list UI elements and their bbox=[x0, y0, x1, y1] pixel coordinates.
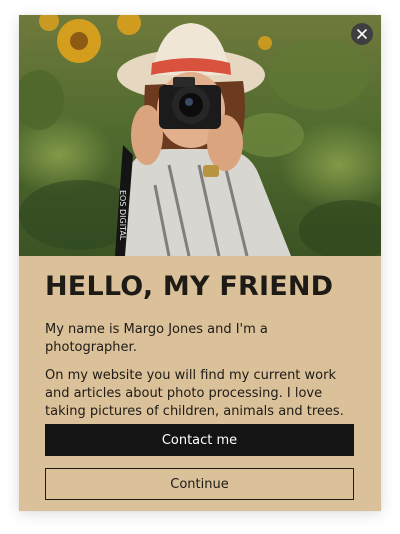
popup-content: HELLO, MY FRIEND My name is Margo Jones … bbox=[45, 256, 355, 500]
close-icon bbox=[357, 29, 367, 39]
popup-title: HELLO, MY FRIEND bbox=[45, 271, 334, 302]
popup-dialog: EOS DIGITAL HELLO, MY FRIEND My name is … bbox=[19, 15, 381, 511]
camera-strap-label: EOS DIGITAL bbox=[118, 190, 127, 241]
hero-photo: EOS DIGITAL bbox=[19, 15, 381, 256]
description-text: On my website you will find my current w… bbox=[45, 368, 344, 419]
contact-me-button[interactable]: Contact me bbox=[45, 424, 354, 456]
close-button[interactable] bbox=[351, 23, 373, 45]
photographer-image: EOS DIGITAL bbox=[19, 15, 381, 256]
intro-text: My name is Margo Jones and I'm a photogr… bbox=[45, 322, 268, 355]
continue-button[interactable]: Continue bbox=[45, 468, 354, 500]
